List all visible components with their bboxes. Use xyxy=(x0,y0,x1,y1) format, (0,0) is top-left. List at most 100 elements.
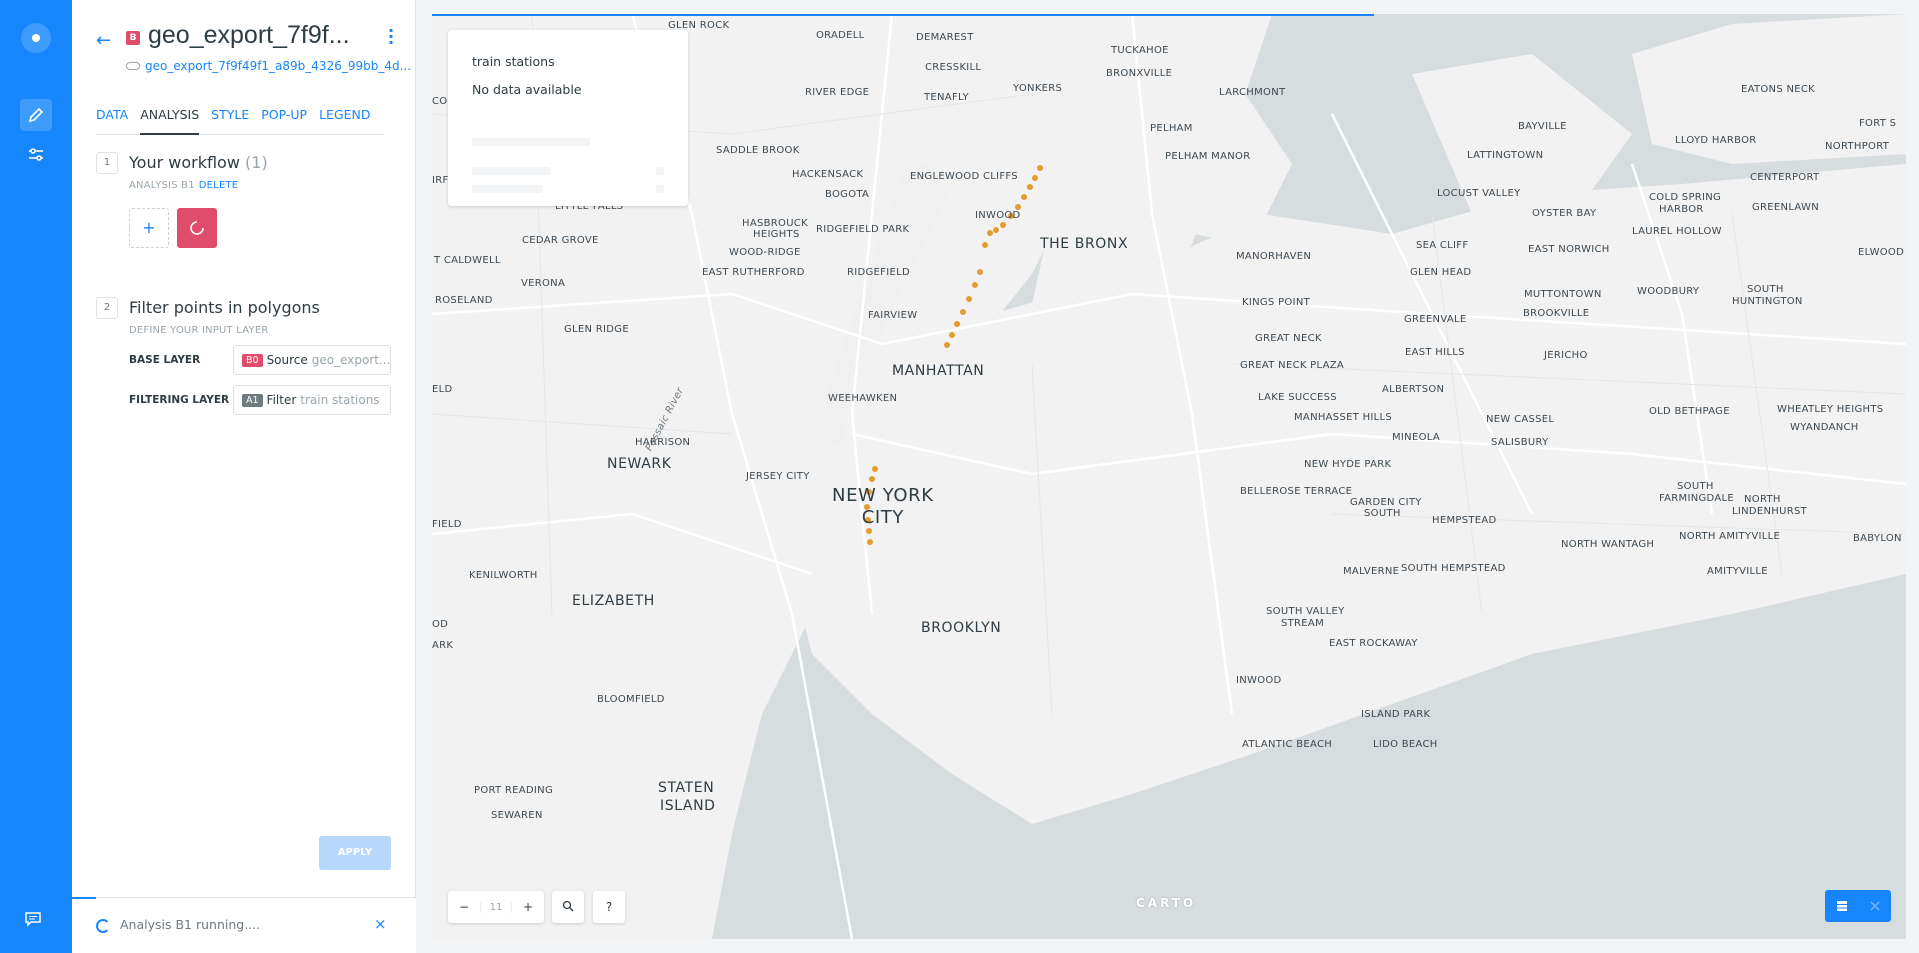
base-layer-label: BASE LAYER xyxy=(129,354,201,366)
map-label-line: CITY xyxy=(861,507,904,528)
map-label: EAST HILLS xyxy=(1405,347,1465,358)
filtering-layer-value: train stations xyxy=(300,393,380,407)
map-label: FARMINGDALE xyxy=(1659,493,1734,504)
map-label: LINDENHURST xyxy=(1732,506,1808,517)
step-number: 2 xyxy=(96,297,118,319)
map-label: OD xyxy=(432,619,449,630)
view-switcher[interactable] xyxy=(1825,890,1891,922)
legend-no-data: No data available xyxy=(472,82,582,97)
edit-pencil-icon[interactable] xyxy=(20,99,52,131)
map-label: BROOKLYN xyxy=(921,620,1002,636)
map-canvas[interactable]: GLEN ROCK ORADELL DEMAREST CRESSKILL TUC… xyxy=(432,14,1906,939)
delete-analysis-link[interactable]: DELETE xyxy=(199,180,239,191)
map-label: RIDGEFIELD xyxy=(847,267,910,278)
map-label: TENAFLY xyxy=(924,92,969,103)
map-label: THE BRONX xyxy=(1040,236,1129,252)
map-label: BLOOMFIELD xyxy=(597,694,665,705)
map-point xyxy=(869,476,875,482)
map-label: MANORHAVEN xyxy=(1236,251,1312,262)
map-label: MALVERNE xyxy=(1343,566,1400,577)
map-label: RIDGEFIELD PARK xyxy=(816,224,910,235)
map-label: GARDEN CITY xyxy=(1350,497,1422,508)
tab-popup[interactable]: POP-UP xyxy=(261,107,307,135)
map-label: GREENVALE xyxy=(1404,314,1467,325)
legend-placeholder xyxy=(656,167,664,175)
map-label: NEW HYDE PARK xyxy=(1304,459,1392,470)
add-analysis-button[interactable]: + xyxy=(129,208,169,248)
map-point xyxy=(954,321,960,327)
source-dataset-link[interactable]: geo_export_7f9f49f1_a89b_4326_99bb_4d... xyxy=(145,59,411,73)
map-label: LAUREL HOLLOW xyxy=(1632,226,1722,237)
map-label: ROSELAND xyxy=(435,295,493,306)
map-label: HARBOR xyxy=(1659,204,1704,215)
map-label: EAST ROCKAWAY xyxy=(1329,638,1418,649)
apply-button[interactable]: APPLY xyxy=(319,836,391,870)
filters-sliders-icon[interactable] xyxy=(20,139,52,171)
tab-analysis[interactable]: ANALYSIS xyxy=(140,107,200,135)
legend-placeholder xyxy=(472,167,550,175)
back-arrow-icon[interactable]: ← xyxy=(96,30,111,51)
map-label: BRONXVILLE xyxy=(1106,68,1173,79)
filtering-layer-name: Filter xyxy=(266,393,297,407)
link-icon xyxy=(126,62,140,70)
tab-data[interactable]: DATA xyxy=(96,107,128,135)
editor-tabs: DATA ANALYSIS STYLE POP-UP LEGEND xyxy=(96,107,384,135)
map-label: LAKE SUCCESS xyxy=(1258,392,1337,403)
map-label: VERONA xyxy=(521,278,566,289)
legend-placeholder xyxy=(472,138,590,146)
map-label: KENILWORTH xyxy=(469,570,538,581)
map-label: OLD BETHPAGE xyxy=(1649,406,1730,417)
analysis-id-row: ANALYSIS B1 DELETE xyxy=(129,180,238,191)
search-icon xyxy=(552,900,584,915)
zoom-level: 11 xyxy=(480,901,512,913)
map-point xyxy=(867,539,873,545)
legend-placeholder xyxy=(656,185,664,193)
map-label: EAST NORWICH xyxy=(1528,244,1610,255)
zoom-in-button[interactable]: + xyxy=(512,900,544,914)
map-label: COLD SPRING xyxy=(1649,192,1722,203)
analysis-node-b1[interactable] xyxy=(177,208,217,248)
carto-attribution: CARTO xyxy=(1136,896,1197,910)
layer-badge: B xyxy=(126,31,140,45)
search-button[interactable] xyxy=(552,891,584,923)
map-label: JERSEY CITY xyxy=(746,471,810,482)
map-label: NEWARK xyxy=(607,456,672,472)
map-label: BABYLON xyxy=(1853,533,1902,544)
map-point xyxy=(1000,222,1006,228)
tab-style[interactable]: STYLE xyxy=(211,107,249,135)
map-label: FIELD xyxy=(432,519,462,530)
map-label: ENGLEWOOD CLIFFS xyxy=(910,171,1018,182)
map-label: STATEN xyxy=(658,780,715,796)
map-label: ARK xyxy=(432,640,454,651)
help-button[interactable]: ? xyxy=(593,891,625,923)
base-layer-select[interactable]: B0 Source geo_export... xyxy=(233,345,391,375)
legend-title: train stations xyxy=(472,54,555,69)
carto-logo-icon[interactable] xyxy=(21,23,51,53)
zoom-out-button[interactable]: − xyxy=(448,900,480,914)
map-label: PELHAM MANOR xyxy=(1165,151,1251,162)
tab-legend[interactable]: LEGEND xyxy=(319,107,370,135)
map-label: SOUTH xyxy=(1677,481,1714,492)
more-options-icon[interactable]: · · · xyxy=(388,23,394,51)
close-notification-icon[interactable]: × xyxy=(374,915,387,933)
map-label: HASBROUCK xyxy=(742,218,808,229)
map-label: WOODBURY xyxy=(1637,286,1700,297)
filtering-layer-chip: A1 xyxy=(242,393,263,407)
map-label: SEA CLIFF xyxy=(1416,240,1469,251)
map-point xyxy=(1032,175,1038,181)
map-label: BELLEROSE TERRACE xyxy=(1240,486,1353,497)
map-label: PELHAM xyxy=(1150,123,1193,134)
zoom-control: − 11 + xyxy=(448,891,544,923)
legend-placeholder xyxy=(472,185,542,193)
map-label: ELIZABETH xyxy=(572,593,655,609)
map-label: STREAM xyxy=(1281,618,1324,629)
layer-title[interactable]: geo_export_7f9f... xyxy=(148,21,350,50)
chat-icon[interactable] xyxy=(24,911,42,931)
map-point xyxy=(1027,184,1033,190)
map-label: TUCKAHOE xyxy=(1111,45,1169,56)
map-label: CENTERPORT xyxy=(1750,172,1820,183)
filtering-layer-select[interactable]: A1 Filter train stations xyxy=(233,385,391,415)
map-label: GLEN HEAD xyxy=(1410,267,1472,278)
workflow-title: Your workflow (1) xyxy=(129,153,268,172)
map-label: WYANDANCH xyxy=(1790,422,1859,433)
